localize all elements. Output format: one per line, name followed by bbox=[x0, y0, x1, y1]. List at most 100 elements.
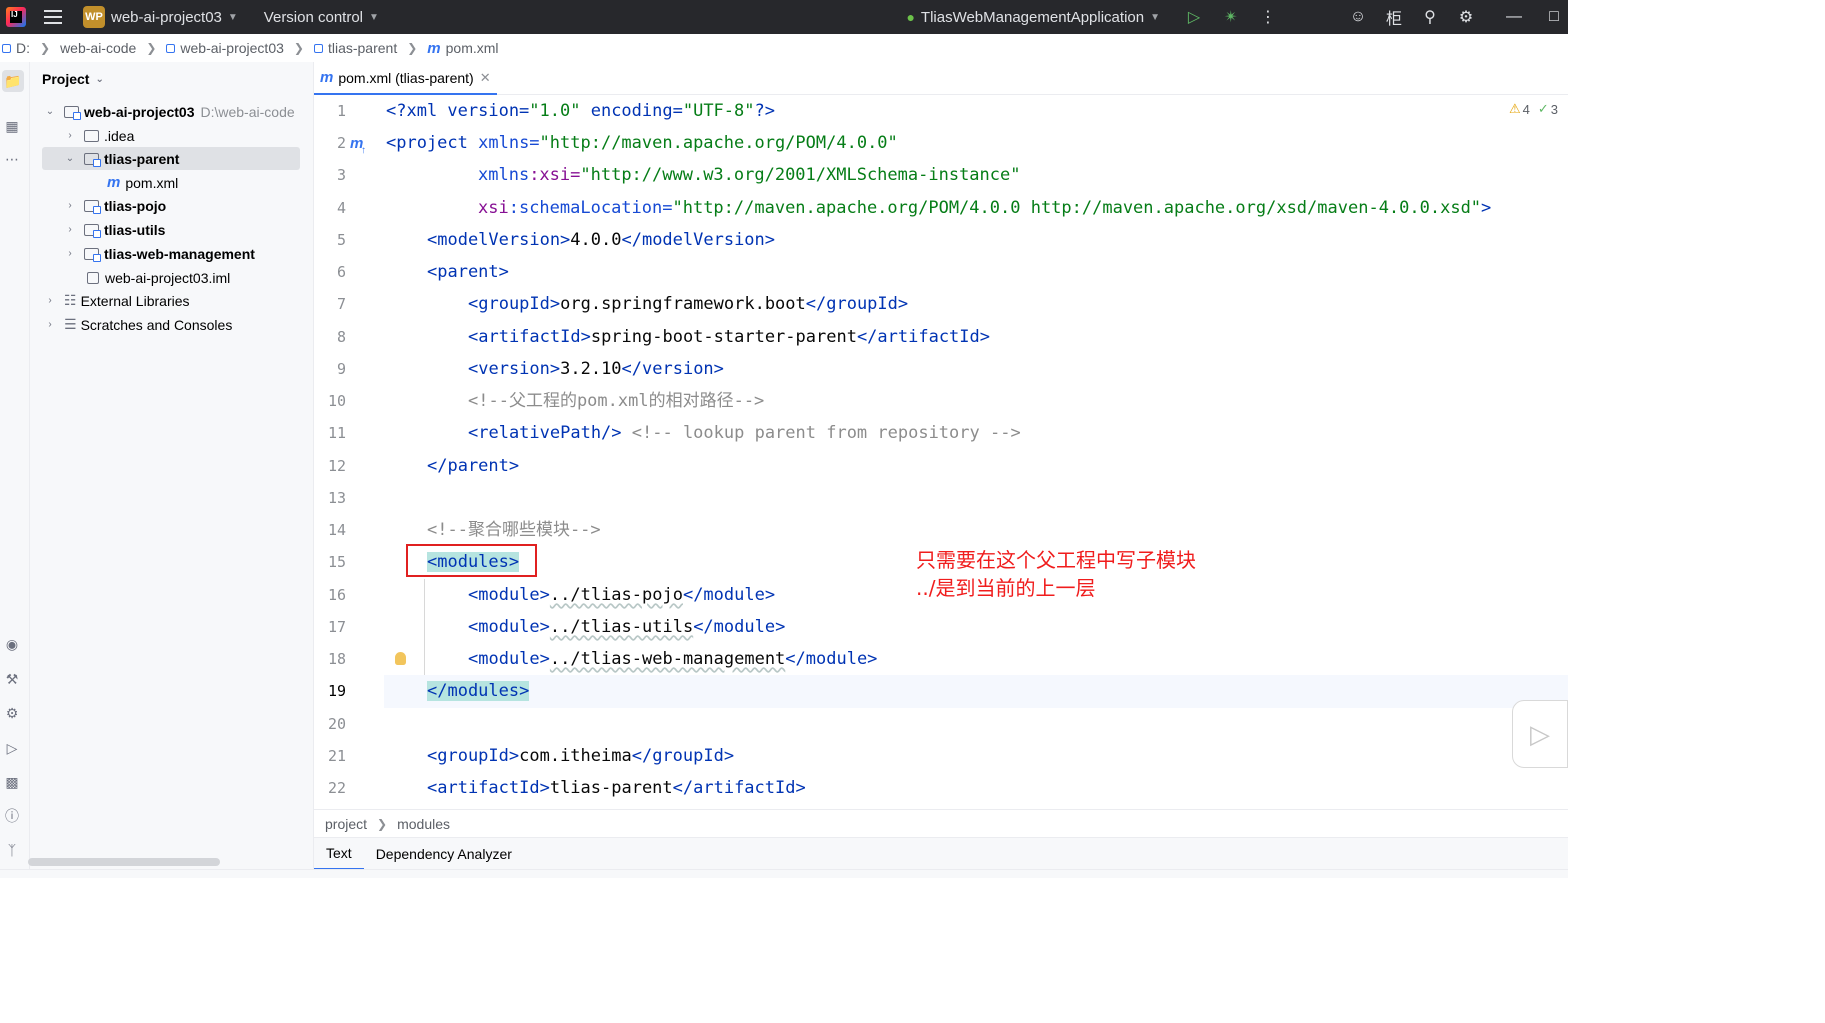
structure-tool-icon[interactable]: ▦ bbox=[3, 117, 21, 135]
tree-item-tlias-utils[interactable]: › tlias-utils bbox=[30, 218, 314, 241]
git-icon[interactable]: ᛉ bbox=[3, 841, 21, 859]
breadcrumb-drive[interactable]: D: bbox=[2, 40, 30, 56]
build-icon[interactable]: ⚒ bbox=[3, 670, 21, 688]
project-switcher[interactable]: web-ai-project03 ▼ bbox=[105, 0, 238, 34]
breadcrumb-pom[interactable]: m pom.xml bbox=[427, 40, 498, 57]
folder-icon bbox=[2, 43, 11, 53]
vcs-menu[interactable]: Version control ▼ bbox=[258, 0, 379, 34]
run-config-selector[interactable]: ● TliasWebManagementApplication ▼ bbox=[906, 0, 1160, 34]
code-line-16: <module>../tlias-pojo</module> bbox=[468, 579, 775, 611]
expanded-arrow-icon[interactable]: ⌄ bbox=[64, 153, 76, 164]
chevron-down-icon: ▼ bbox=[227, 11, 238, 23]
warning-count: 4 bbox=[1522, 101, 1530, 117]
tree-item-external-libraries[interactable]: › ☷ External Libraries bbox=[30, 289, 314, 312]
code-line-22: <artifactId>tlias-parent</artifactId> bbox=[427, 772, 806, 804]
breadcrumb-project[interactable]: web-ai-project03 bbox=[166, 40, 284, 56]
tab-pom-xml[interactable]: m pom.xml (tlias-parent) ✕ bbox=[314, 62, 497, 95]
breadcrumb-web-ai-code[interactable]: web-ai-code bbox=[60, 40, 136, 56]
code-token: </version> bbox=[621, 359, 724, 379]
run-icon[interactable]: ▷ bbox=[1184, 7, 1204, 27]
debug-tool-icon[interactable]: ⚙ bbox=[3, 704, 21, 722]
project-panel: Project ⌄ ⌄ web-ai-project03 D:\web-ai-c… bbox=[28, 62, 314, 878]
code-editor[interactable]: 1 2 3 4 5 6 7 8 9 10 11 12 13 14 15 16 1… bbox=[314, 95, 1568, 809]
inspection-widget[interactable]: ⚠ 4 ✓ 3 bbox=[1509, 101, 1558, 117]
code-token: spring-boot-starter-parent bbox=[590, 327, 857, 347]
tab-dependency-analyzer[interactable]: Dependency Analyzer bbox=[364, 838, 524, 870]
main-menu-icon[interactable] bbox=[44, 10, 62, 24]
code-line-7: <groupId>org.springframework.boot</group… bbox=[468, 288, 908, 320]
breadcrumb-label: web-ai-project03 bbox=[180, 40, 284, 56]
line-number: 7 bbox=[336, 295, 346, 313]
module-icon bbox=[166, 43, 176, 53]
tree-item-tlias-pojo[interactable]: › tlias-pojo bbox=[30, 194, 314, 217]
expanded-arrow-icon[interactable]: ⌄ bbox=[44, 106, 56, 117]
code-line-4: xsi:schemaLocation="http://maven.apache.… bbox=[478, 192, 1491, 224]
collapsed-arrow-icon[interactable]: › bbox=[64, 224, 76, 235]
collapsed-arrow-icon[interactable]: › bbox=[44, 319, 56, 330]
translate-icon[interactable]: 柜 bbox=[1384, 7, 1404, 28]
run-tool-icon[interactable]: ▷ bbox=[3, 739, 21, 757]
tree-item-iml[interactable]: web-ai-project03.iml bbox=[30, 266, 314, 289]
line-number: 16 bbox=[327, 586, 346, 604]
debug-icon[interactable]: ✴ bbox=[1221, 7, 1241, 27]
code-token: ../tlias-pojo bbox=[549, 585, 683, 605]
minimize-icon[interactable]: — bbox=[1504, 7, 1524, 27]
settings-icon[interactable]: ⚙ bbox=[1456, 7, 1476, 27]
structure-crumb[interactable]: modules bbox=[397, 816, 450, 832]
line-number: 11 bbox=[327, 424, 346, 442]
editor-bottom-tabs: Text Dependency Analyzer bbox=[314, 837, 1568, 870]
tab-text[interactable]: Text bbox=[314, 838, 364, 870]
services-icon[interactable]: ◉ bbox=[3, 635, 21, 653]
code-token: <artifactId> bbox=[468, 327, 591, 347]
run-config-label: TliasWebManagementApplication bbox=[920, 8, 1145, 26]
library-icon: ☷ bbox=[64, 292, 77, 308]
more-tools-icon[interactable]: ⋯ bbox=[3, 150, 21, 168]
iml-file-icon bbox=[87, 271, 99, 284]
line-number: 14 bbox=[327, 521, 346, 539]
code-token: xsi bbox=[478, 198, 509, 218]
module-folder-icon bbox=[64, 105, 81, 120]
code-line-5: <modelVersion>4.0.0</modelVersion> bbox=[427, 224, 775, 256]
tab-label: pom.xml (tlias-parent) bbox=[338, 69, 474, 86]
line-number: 22 bbox=[327, 779, 346, 797]
tree-item-root[interactable]: ⌄ web-ai-project03 D:\web-ai-code bbox=[30, 100, 314, 123]
separator-chevron-icon: ❯ bbox=[146, 41, 157, 55]
search-icon[interactable]: ⚲ bbox=[1420, 7, 1440, 27]
more-actions-icon[interactable]: ⋮ bbox=[1258, 7, 1278, 27]
structure-crumb[interactable]: project bbox=[325, 816, 367, 832]
project-badge[interactable]: WP bbox=[83, 6, 105, 28]
code-with-me-icon[interactable]: ☺ bbox=[1348, 7, 1368, 27]
code-line-21: <groupId>com.itheima</groupId> bbox=[427, 740, 734, 772]
breadcrumb-tlias-parent[interactable]: tlias-parent bbox=[313, 40, 397, 56]
code-token: <version> bbox=[468, 359, 561, 379]
line-number: 10 bbox=[327, 392, 346, 410]
navigation-breadcrumb: D: ❯ web-ai-code ❯ web-ai-project03 ❯ tl… bbox=[0, 34, 1568, 62]
close-tab-icon[interactable]: ✕ bbox=[480, 70, 491, 86]
code-line-3: xmlns:xsi="http://www.w3.org/2001/XMLSch… bbox=[478, 159, 1020, 191]
tree-item-idea[interactable]: › .idea bbox=[30, 124, 314, 147]
navigate-up-icon[interactable]: ↑ bbox=[361, 145, 366, 156]
project-view-selector[interactable]: Project ⌄ bbox=[42, 71, 104, 87]
floating-play-button[interactable]: ▷ bbox=[1512, 700, 1568, 768]
annotation-line: 只需要在这个父工程中写子模块 bbox=[916, 548, 1196, 572]
code-token: <?xml version= bbox=[386, 101, 530, 121]
intellij-logo-icon[interactable]: IJ bbox=[6, 7, 26, 27]
tree-item-tlias-parent[interactable]: ⌄ tlias-parent bbox=[42, 147, 300, 170]
code-line-12: </parent> bbox=[427, 456, 520, 476]
collapsed-arrow-icon[interactable]: › bbox=[44, 295, 56, 306]
code-token: </module> bbox=[785, 649, 878, 669]
maximize-icon[interactable]: □ bbox=[1544, 7, 1564, 27]
problems-icon[interactable]: ⓘ bbox=[3, 807, 21, 825]
tree-item-scratches[interactable]: › ☰ Scratches and Consoles bbox=[30, 313, 314, 336]
collapsed-arrow-icon[interactable]: › bbox=[64, 200, 76, 211]
tree-item-pom[interactable]: m pom.xml bbox=[30, 171, 314, 194]
collapsed-arrow-icon[interactable]: › bbox=[64, 248, 76, 259]
terminal-icon[interactable]: ▩ bbox=[3, 773, 21, 791]
tree-item-tlias-web-management[interactable]: › tlias-web-management bbox=[30, 242, 314, 265]
project-name: web-ai-project03 bbox=[111, 8, 222, 26]
horizontal-scrollbar[interactable] bbox=[28, 858, 220, 866]
collapsed-arrow-icon[interactable]: › bbox=[64, 130, 76, 141]
tree-item-label: web-ai-project03.iml bbox=[105, 269, 231, 286]
line-number: 3 bbox=[336, 166, 346, 184]
project-tool-icon[interactable]: 📁 bbox=[2, 70, 24, 92]
